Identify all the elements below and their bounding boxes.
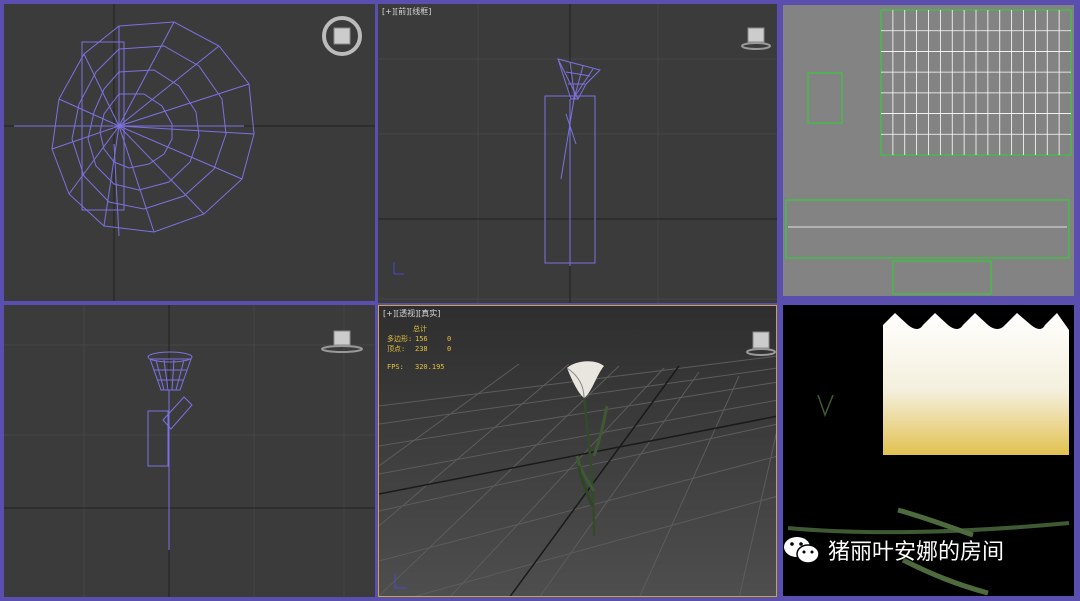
- stats-vertices-value: 238: [415, 345, 428, 353]
- front-wireframe: [378, 4, 777, 303]
- top-wireframe: [4, 4, 375, 301]
- uv-layout: [785, 9, 1072, 295]
- watermark-text: 猪丽叶安娜的房间: [828, 540, 1005, 565]
- stats-polygons-value: 156: [415, 335, 428, 343]
- stats-vertices-sel: 0: [447, 345, 452, 353]
- stats-vertices-label: 顶点:: [387, 345, 406, 353]
- stats-fps-value: 320.195: [415, 363, 445, 371]
- viewport-perspective-label[interactable]: [+][透视][真实]: [383, 308, 440, 319]
- uv-editor[interactable]: [783, 5, 1074, 296]
- viewport-front[interactable]: [+][前][线框]: [378, 4, 777, 303]
- viewcube-front: [741, 27, 771, 50]
- wechat-icon: [782, 534, 822, 566]
- viewcube-left: [321, 330, 363, 353]
- statistics-overlay: 总计 多边形: 156 0 顶点: 238 0 FPS: 320.195: [387, 324, 451, 372]
- stats-polygons-label: 多边形:: [387, 335, 413, 343]
- watermark: 猪丽叶安娜的房间: [782, 534, 1004, 566]
- viewport-front-label[interactable]: [+][前][线框]: [382, 6, 431, 17]
- stats-fps-label: FPS:: [387, 363, 404, 371]
- left-wireframe: [4, 305, 375, 597]
- viewport-perspective[interactable]: [+][透视][真实] 总计 多边形: 156 0 顶点: 238 0 FPS: 320.…: [378, 305, 777, 597]
- viewcube-top: [322, 16, 362, 56]
- viewport-left[interactable]: [4, 305, 375, 597]
- stats-header: 总计: [413, 325, 427, 333]
- viewport-top[interactable]: [4, 4, 375, 301]
- viewcube-perspective: [746, 331, 776, 356]
- stats-polygons-sel: 0: [447, 335, 452, 343]
